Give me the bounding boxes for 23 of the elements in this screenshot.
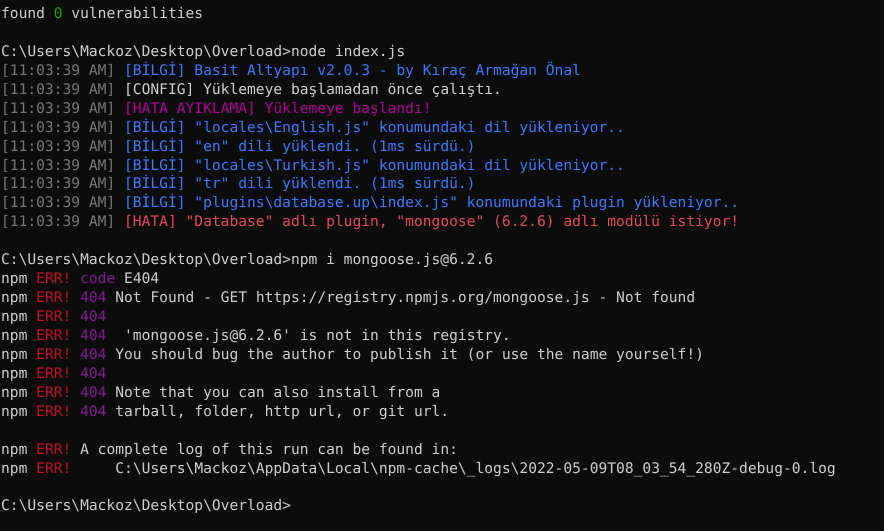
terminal-line: npm ERR! 404 [1, 308, 106, 327]
terminal-line: npm ERR! code E404 [1, 270, 160, 290]
terminal-line: C:\Users\Mackoz\Desktop\Overload> [1, 497, 291, 516]
terminal-line: [11:03:39 AM] [BİLGİ] Basit Altyapı v2.0.3 - by Kıraç Armağan Önal [1, 62, 581, 81]
terminal-line: npm ERR! 404 'mongoose.js@6.2.6' is not in this registry. [1, 326, 511, 346]
terminal-line: npm ERR! 404 You should bug the author to publish it (or use the name yourself!) [1, 346, 704, 365]
terminal-line: [11:03:39 AM] [HATA] "Database" adlı plugin, "mongoose" (6.2.6) adlı modülü istiyor! [1, 213, 740, 232]
terminal-line: [11:03:39 AM] [BİLGİ] "en" dili yüklendi. (1ms sürdü.) [1, 138, 476, 156]
terminal-line: [11:03:39 AM] [BİLGİ] "locales\English.js" konumundaki dil yükleniyor.. [1, 118, 625, 138]
terminal-line: C:\Users\Mackoz\Desktop\Overload>node index.js [1, 42, 406, 62]
terminal-line: [11:03:39 AM] [BİLGİ] "tr" dili yüklendi. (1ms sürdü.) [1, 175, 476, 194]
terminal-line: [11:03:39 AM] [BİLGİ] "locales\Turkish.js" konumundaki dil yükleniyor.. [1, 156, 625, 174]
terminal-line: npm ERR! 404 Note that you can also install from a [1, 384, 440, 403]
terminal-line: C:\Users\Mackoz\Desktop\Overload>npm i mongoose.js@6.2.6 [1, 251, 494, 270]
terminal-line: found 0 vulnerabilities [1, 5, 204, 24]
terminal-line: [11:03:39 AM] [HATA AYIKLAMA] Yüklemeye başlandı! [1, 100, 432, 118]
terminal-line: npm ERR! 404 tarball, folder, http url, or git url. [1, 402, 450, 422]
terminal-line: [11:03:39 AM] [BİLGİ] "plugins\database.up\index.js" konumundaki plugin yükleniyor.. [1, 194, 740, 214]
terminal-line: [11:03:39 AM] [CONFIG] Yüklemeye başlamadan önce çalıştı. [1, 80, 502, 100]
terminal-line: npm ERR! C:\Users\Mackoz\AppData\Local\npm-cache\_logs\2022-05-09T08_03_54_280Z-debug-0.log [1, 460, 836, 478]
terminal-line: npm ERR! 404 Not Found - GET https://registry.npmjs.org/mongoose.js - Not found [1, 289, 696, 308]
terminal-line: npm ERR! 404 [1, 364, 106, 384]
terminal-line: npm ERR! A complete log of this run can be found in: [1, 440, 458, 460]
